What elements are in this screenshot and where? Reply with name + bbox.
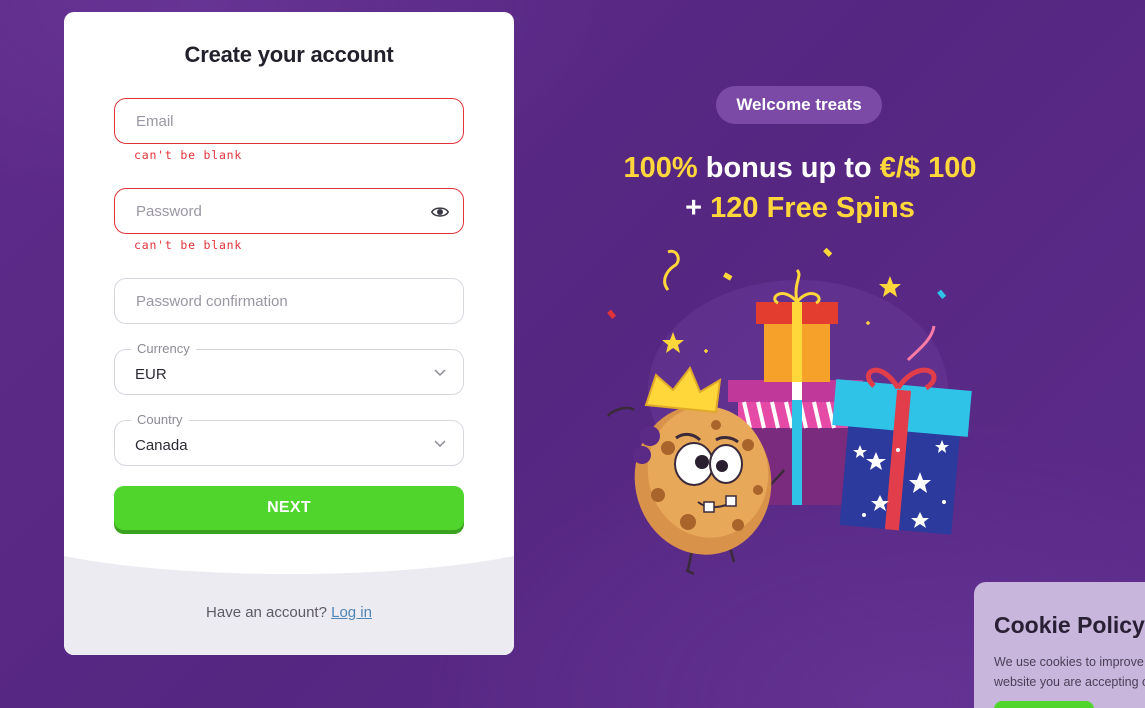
eye-icon[interactable] bbox=[431, 203, 449, 221]
password-input[interactable] bbox=[115, 189, 463, 233]
password-confirmation-field[interactable] bbox=[114, 278, 464, 324]
chevron-down-icon bbox=[434, 369, 446, 377]
country-value: Canada bbox=[135, 437, 188, 454]
chevron-down-icon bbox=[434, 440, 446, 448]
currency-select[interactable]: Currency EUR bbox=[114, 341, 464, 395]
country-select[interactable]: Country Canada bbox=[114, 412, 464, 466]
welcome-treats-badge: Welcome treats bbox=[716, 86, 882, 124]
page-title: Create your account bbox=[184, 42, 394, 67]
login-question: Have an account? bbox=[206, 604, 327, 621]
cookie-policy-banner: Cookie Policy We use cookies to improve … bbox=[974, 582, 1145, 708]
password-error: can't be blank bbox=[134, 238, 243, 252]
cookie-text-line1: We use cookies to improve bbox=[994, 655, 1144, 669]
currency-label: Currency bbox=[131, 341, 196, 356]
password-field[interactable] bbox=[114, 188, 464, 234]
country-label: Country bbox=[131, 412, 189, 427]
next-button[interactable]: NEXT bbox=[114, 486, 464, 530]
promo-free-spins: 120 Free Spins bbox=[710, 192, 915, 224]
promo-headline-line2: + 120 Free Spins bbox=[560, 192, 1040, 225]
email-input[interactable] bbox=[115, 99, 463, 143]
promo-headline-line1: 100% bonus up to €/$ 100 bbox=[560, 152, 1040, 185]
cookie-policy-text: We use cookies to improve website you ar… bbox=[994, 652, 1145, 692]
cookie-text-line2: website you are accepting c bbox=[994, 675, 1145, 689]
cookie-policy-title: Cookie Policy bbox=[994, 612, 1145, 638]
promo-illustration bbox=[606, 247, 972, 576]
password-confirmation-input[interactable] bbox=[115, 279, 463, 323]
login-link[interactable]: Log in bbox=[331, 604, 372, 621]
promo-percent: 100% bbox=[623, 152, 698, 184]
login-prompt: Have an account? Log in bbox=[64, 604, 514, 621]
promo-plus: + bbox=[685, 192, 711, 224]
promo-bonus-text: bonus up to bbox=[697, 152, 880, 184]
footer-wave bbox=[64, 552, 514, 574]
promo-amount: €/$ 100 bbox=[879, 152, 977, 184]
email-field[interactable] bbox=[114, 98, 464, 144]
signup-card: Create your account can't be blank can't… bbox=[64, 12, 514, 655]
cookie-accept-button[interactable] bbox=[994, 701, 1094, 708]
currency-value: EUR bbox=[135, 366, 167, 383]
email-error: can't be blank bbox=[134, 148, 243, 162]
